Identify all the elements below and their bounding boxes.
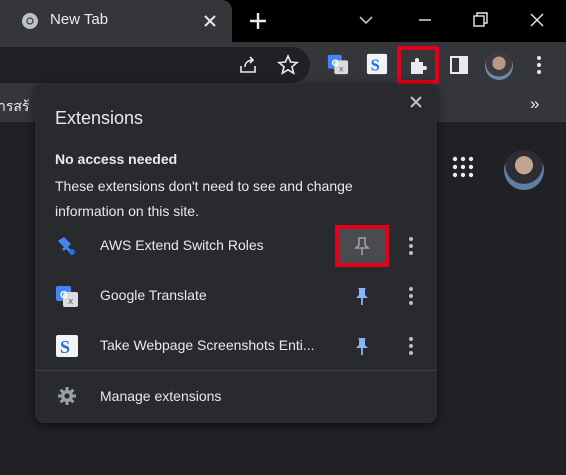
google-translate-icon: G x <box>56 286 78 307</box>
star-bookmark-icon[interactable] <box>277 54 299 76</box>
more-options-icon[interactable] <box>405 236 417 256</box>
popup-title: Extensions <box>55 108 144 128</box>
tab-strip: New Tab <box>0 0 566 42</box>
address-bar[interactable] <box>0 47 310 83</box>
puzzle-extensions-icon[interactable] <box>407 54 429 76</box>
extension-row-aws[interactable]: AWS Extend Switch Roles <box>35 224 437 268</box>
svg-text:x: x <box>68 297 74 307</box>
close-window-icon[interactable] <box>526 10 548 30</box>
screenshot-toolbar-icon[interactable]: S <box>366 53 388 75</box>
pin-outline-icon[interactable] <box>353 236 371 256</box>
svg-text:S: S <box>371 55 380 74</box>
svg-text:x: x <box>339 63 344 73</box>
svg-text:G: G <box>60 290 68 301</box>
tab-new-tab[interactable]: New Tab <box>0 0 232 42</box>
google-apps-icon[interactable] <box>452 156 474 178</box>
extensions-popup: Extensions No access needed These extens… <box>35 84 437 423</box>
extension-name: AWS Extend Switch Roles <box>100 237 264 253</box>
divider <box>35 370 437 371</box>
section-heading: No access needed <box>55 151 178 167</box>
manage-extensions-label: Manage extensions <box>100 388 222 404</box>
extension-row-google-translate[interactable]: G x Google Translate <box>35 274 437 318</box>
section-description: These extensions don't need to see and c… <box>55 178 353 219</box>
tab-search-chevron-icon[interactable] <box>355 10 377 30</box>
new-tab-button[interactable] <box>247 10 269 32</box>
minimize-icon[interactable] <box>414 10 436 30</box>
tab-title: New Tab <box>50 11 109 28</box>
pin-filled-icon[interactable] <box>353 336 371 356</box>
screenshot-s-icon: S <box>56 335 78 357</box>
more-options-icon[interactable] <box>405 336 417 356</box>
svg-text:S: S <box>60 337 70 357</box>
restore-icon[interactable] <box>469 10 491 30</box>
close-tab-icon[interactable] <box>200 11 220 31</box>
extension-name: Take Webpage Screenshots Enti... <box>100 337 315 353</box>
extension-row-screenshots[interactable]: S Take Webpage Screenshots Enti... <box>35 324 437 368</box>
bookmarks-overflow-button[interactable]: » <box>530 94 539 114</box>
more-options-icon[interactable] <box>405 286 417 306</box>
chrome-icon <box>22 13 38 29</box>
account-avatar[interactable] <box>504 150 544 190</box>
aws-key-icon <box>58 237 75 255</box>
close-popup-icon[interactable] <box>408 94 424 110</box>
svg-text:G: G <box>332 58 339 68</box>
side-panel-icon[interactable] <box>448 54 470 76</box>
profile-avatar[interactable] <box>485 52 513 80</box>
manage-extensions-button[interactable]: Manage extensions <box>35 374 437 418</box>
google-translate-toolbar-icon[interactable]: G x <box>327 53 349 75</box>
share-icon[interactable] <box>237 54 259 76</box>
extension-name: Google Translate <box>100 287 207 303</box>
menu-kebab-icon[interactable] <box>528 54 550 76</box>
gear-icon <box>58 387 76 405</box>
toolbar: G x S <box>0 42 566 88</box>
pin-filled-icon[interactable] <box>353 286 371 306</box>
bookmark-item[interactable]: ารสร้ <box>0 96 29 118</box>
